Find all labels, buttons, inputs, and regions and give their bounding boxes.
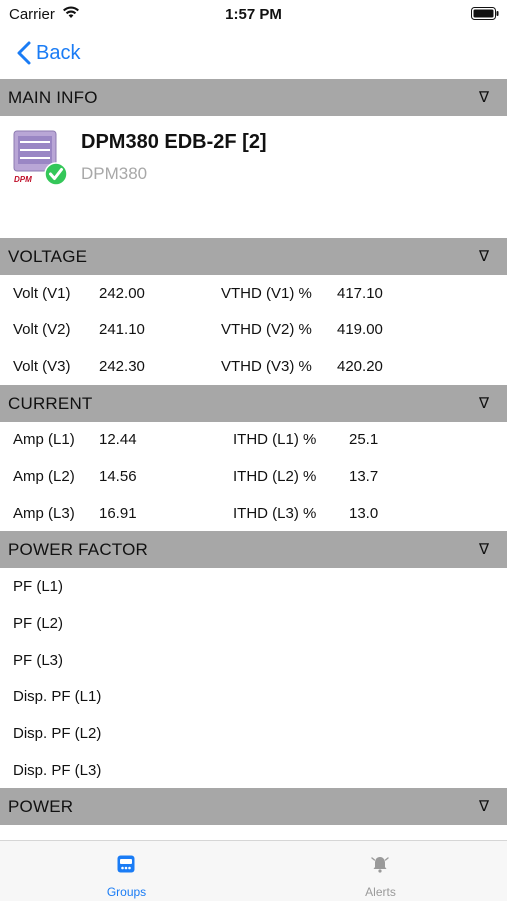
row-label: Volt (V1) (13, 285, 71, 302)
collapse-toggle-icon[interactable]: ∇ (479, 394, 489, 412)
tab-label: Alerts (365, 885, 396, 899)
pf-row-l1: PF (L1) (0, 568, 507, 605)
collapse-toggle-icon[interactable]: ∇ (479, 88, 489, 106)
device-summary: DPM DPM380 EDB-2F [2] DPM380 (0, 116, 507, 237)
thd-label: ITHD (L3) % (233, 505, 317, 522)
battery-icon (471, 7, 499, 20)
section-title: POWER FACTOR (8, 540, 148, 559)
voltage-row-v2: Volt (V2) 241.10 VTHD (V2) % 419.00 (0, 311, 507, 348)
row-label: Disp. PF (L3) (13, 762, 102, 779)
row-value: 14.56 (99, 468, 137, 485)
row-label: Volt (V2) (13, 321, 71, 338)
voltage-row-v3: Volt (V3) 242.30 VTHD (V3) % 420.20 (0, 348, 507, 385)
pf-row-l2: PF (L2) (0, 605, 507, 642)
chevron-left-icon (17, 41, 31, 65)
disp-pf-row-l2: Disp. PF (L2) (0, 715, 507, 752)
thd-label: VTHD (V3) % (221, 358, 312, 375)
thd-label: VTHD (V2) % (221, 321, 312, 338)
tab-alerts[interactable]: Alerts (254, 841, 507, 901)
back-label: Back (36, 41, 81, 64)
device-model: DPM380 (81, 164, 148, 183)
section-title: VOLTAGE (8, 247, 88, 266)
row-label: Disp. PF (L1) (13, 688, 102, 705)
groups-icon (117, 855, 135, 873)
alarm-bell-icon (371, 857, 389, 873)
section-title: MAIN INFO (8, 88, 98, 107)
row-label: PF (L1) (13, 578, 64, 595)
tab-bar: Groups Alerts (0, 840, 507, 901)
device-name: DPM380 EDB-2F [2] (81, 131, 267, 153)
navigation-bar: Back (0, 28, 507, 78)
pf-row-l3: PF (L3) (0, 642, 507, 679)
row-label: Amp (L2) (13, 468, 75, 485)
collapse-toggle-icon[interactable]: ∇ (479, 247, 489, 265)
device-icon-badge: DPM (14, 175, 32, 184)
back-button[interactable]: Back (14, 38, 80, 68)
row-value: 16.91 (99, 505, 137, 522)
row-value: 242.00 (99, 285, 145, 302)
device-meter-icon: DPM (13, 130, 68, 186)
current-row-l3: Amp (L3) 16.91 ITHD (L3) % 13.0 (0, 495, 507, 532)
thd-value: 13.0 (349, 505, 379, 522)
row-value: 12.44 (99, 431, 137, 448)
section-header-current[interactable]: CURRENT ∇ (0, 385, 507, 422)
current-row-l1: Amp (L1) 12.44 ITHD (L1) % 25.1 (0, 421, 507, 458)
thd-value: 419.00 (337, 321, 383, 338)
thd-value: 13.7 (349, 468, 379, 485)
section-title: CURRENT (8, 394, 93, 413)
row-label: PF (L3) (13, 652, 64, 669)
row-value: 241.10 (99, 321, 145, 338)
row-label: Amp (L1) (13, 431, 75, 448)
section-header-power[interactable]: POWER ∇ (0, 788, 507, 825)
row-value: 242.30 (99, 358, 145, 375)
tab-groups[interactable]: Groups (0, 841, 253, 901)
status-bar: Carrier 1:57 PM (0, 0, 507, 28)
clock: 1:57 PM (225, 6, 282, 23)
collapse-toggle-icon[interactable]: ∇ (479, 540, 489, 558)
row-label: Amp (L3) (13, 505, 75, 522)
section-header-power-factor[interactable]: POWER FACTOR ∇ (0, 531, 507, 568)
thd-label: ITHD (L2) % (233, 468, 317, 485)
thd-value: 420.20 (337, 358, 383, 375)
section-title: POWER (8, 797, 74, 816)
thd-label: ITHD (L1) % (233, 431, 317, 448)
voltage-row-v1: Volt (V1) 242.00 VTHD (V1) % 417.10 (0, 275, 507, 312)
tab-label: Groups (106, 885, 147, 899)
section-header-main-info[interactable]: MAIN INFO ∇ (0, 79, 507, 116)
section-header-voltage[interactable]: VOLTAGE ∇ (0, 238, 507, 275)
row-label: Volt (V3) (13, 358, 71, 375)
thd-value: 25.1 (349, 431, 379, 448)
disp-pf-row-l1: Disp. PF (L1) (0, 678, 507, 715)
collapse-toggle-icon[interactable]: ∇ (479, 797, 489, 815)
disp-pf-row-l3: Disp. PF (L3) (0, 752, 507, 789)
thd-value: 417.10 (337, 285, 383, 302)
current-row-l2: Amp (L2) 14.56 ITHD (L2) % 13.7 (0, 458, 507, 495)
thd-label: VTHD (V1) % (221, 285, 312, 302)
row-label: Disp. PF (L2) (13, 725, 102, 742)
row-label: PF (L2) (13, 615, 64, 632)
